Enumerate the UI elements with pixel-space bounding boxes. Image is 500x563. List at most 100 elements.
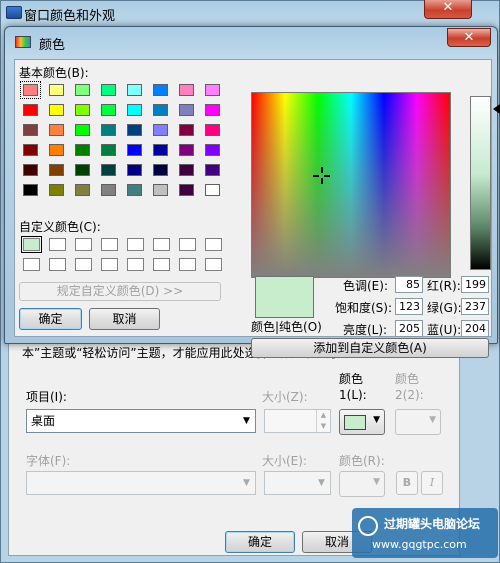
custom-color-swatch[interactable] <box>179 258 196 271</box>
basic-color-swatch[interactable] <box>23 164 38 176</box>
color1-picker-button[interactable]: ▼ <box>339 409 385 435</box>
basic-color-swatch[interactable] <box>23 124 38 136</box>
basic-color-swatch[interactable] <box>23 184 38 196</box>
basic-color-swatch[interactable] <box>127 164 142 176</box>
basic-color-swatch[interactable] <box>153 124 168 136</box>
basic-color-swatch[interactable] <box>49 84 64 96</box>
custom-color-swatch[interactable] <box>153 258 170 271</box>
font-color-label: 颜色(R): <box>339 454 385 468</box>
basic-color-swatch[interactable] <box>205 84 220 96</box>
basic-color-swatch[interactable] <box>101 124 116 136</box>
color-dialog-close-button[interactable]: ✕ <box>447 28 491 47</box>
custom-color-swatch[interactable] <box>75 238 92 251</box>
basic-color-swatch[interactable] <box>179 84 194 96</box>
basic-color-swatch[interactable] <box>23 144 38 156</box>
font-size-select[interactable]: ▼ <box>264 471 331 495</box>
custom-color-swatch[interactable] <box>75 258 92 271</box>
basic-color-swatch[interactable] <box>127 84 142 96</box>
basic-color-swatch[interactable] <box>75 164 90 176</box>
basic-color-swatch[interactable] <box>205 144 220 156</box>
basic-color-swatch[interactable] <box>101 164 116 176</box>
custom-color-swatch[interactable] <box>21 236 42 253</box>
italic-button[interactable]: I <box>421 471 443 495</box>
basic-color-swatch[interactable] <box>205 164 220 176</box>
basic-color-swatch[interactable] <box>127 184 142 196</box>
basic-color-swatch[interactable] <box>153 84 168 96</box>
color-spectrum[interactable] <box>251 92 451 278</box>
basic-color-swatch[interactable] <box>75 144 90 156</box>
basic-color-swatch[interactable] <box>153 104 168 116</box>
custom-color-swatch[interactable] <box>101 238 118 251</box>
basic-color-swatch[interactable] <box>75 84 90 96</box>
custom-color-swatch[interactable] <box>49 258 66 271</box>
color-ok-button[interactable]: 确定 <box>19 308 82 330</box>
chevron-down-icon: ▼ <box>243 478 250 488</box>
basic-color-swatch[interactable] <box>179 124 194 136</box>
define-custom-colors-button[interactable]: 规定自定义颜色(D) >> <box>19 282 221 301</box>
custom-color-swatch[interactable] <box>49 238 66 251</box>
item-select[interactable]: 桌面 ▼ <box>26 409 256 433</box>
basic-color-swatch[interactable] <box>49 124 64 136</box>
custom-color-swatch[interactable] <box>127 238 144 251</box>
size-spinner[interactable]: ▲ ▼ <box>264 409 331 433</box>
red-input[interactable]: 199 <box>461 276 489 293</box>
bold-button[interactable]: B <box>396 471 418 495</box>
custom-color-swatch[interactable] <box>127 258 144 271</box>
basic-color-swatch[interactable] <box>75 124 90 136</box>
basic-color-swatch[interactable] <box>127 144 142 156</box>
appearance-ok-button[interactable]: 确定 <box>225 531 295 553</box>
color-cancel-button[interactable]: 取消 <box>89 308 160 330</box>
basic-color-swatch[interactable] <box>205 124 220 136</box>
basic-color-swatch[interactable] <box>101 104 116 116</box>
saturation-label: 饱和度(S): <box>335 301 393 315</box>
basic-color-swatch[interactable] <box>49 144 64 156</box>
font-select[interactable]: ▼ <box>26 471 256 495</box>
basic-color-swatch[interactable] <box>75 184 90 196</box>
basic-color-swatch[interactable] <box>75 104 90 116</box>
luminance-input[interactable]: 205 <box>395 320 423 337</box>
basic-colors-label: 基本颜色(B): <box>19 66 89 80</box>
basic-color-swatch[interactable] <box>205 184 220 196</box>
basic-color-swatch[interactable] <box>179 164 194 176</box>
custom-color-swatch[interactable] <box>23 258 40 271</box>
spin-up-icon[interactable]: ▲ <box>316 410 330 421</box>
color2-picker-button[interactable]: ▼ <box>395 409 441 435</box>
basic-color-swatch[interactable] <box>49 164 64 176</box>
basic-color-swatch[interactable] <box>101 84 116 96</box>
saturation-input[interactable]: 123 <box>395 298 423 315</box>
basic-color-swatch[interactable] <box>49 104 64 116</box>
basic-color-swatch[interactable] <box>153 144 168 156</box>
basic-color-swatch[interactable] <box>205 104 220 116</box>
blue-input[interactable]: 204 <box>461 320 489 337</box>
window-app-icon <box>6 6 22 19</box>
custom-color-swatch[interactable] <box>179 238 196 251</box>
appearance-close-button[interactable]: ✕ <box>424 0 472 19</box>
spin-down-icon[interactable]: ▼ <box>316 421 330 432</box>
hue-input[interactable]: 85 <box>395 276 423 293</box>
luminance-bar[interactable] <box>470 96 491 270</box>
chevron-down-icon: ▼ <box>373 477 380 487</box>
custom-color-swatch[interactable] <box>101 258 118 271</box>
font-color-button[interactable]: ▼ <box>339 471 385 497</box>
custom-color-swatch[interactable] <box>205 238 222 251</box>
green-input[interactable]: 237 <box>461 298 489 315</box>
luminance-slider-arrow-icon[interactable] <box>493 104 500 114</box>
basic-color-swatch[interactable] <box>153 184 168 196</box>
basic-color-swatch[interactable] <box>153 164 168 176</box>
basic-color-swatch[interactable] <box>179 144 194 156</box>
basic-color-swatch[interactable] <box>179 104 194 116</box>
basic-color-swatch[interactable] <box>179 184 194 196</box>
basic-color-swatch[interactable] <box>20 81 41 99</box>
custom-color-swatch[interactable] <box>153 238 170 251</box>
hue-label: 色调(E): <box>343 279 388 293</box>
custom-color-swatch[interactable] <box>205 258 222 271</box>
basic-color-swatch[interactable] <box>23 104 38 116</box>
color1-swatch <box>344 415 366 430</box>
basic-color-swatch[interactable] <box>127 104 142 116</box>
add-to-custom-colors-button[interactable]: 添加到自定义颜色(A) <box>251 338 489 358</box>
basic-color-swatch[interactable] <box>101 144 116 156</box>
color-solid-label: 颜色|纯色(O) <box>251 320 322 334</box>
basic-color-swatch[interactable] <box>49 184 64 196</box>
basic-color-swatch[interactable] <box>127 124 142 136</box>
basic-color-swatch[interactable] <box>101 184 116 196</box>
